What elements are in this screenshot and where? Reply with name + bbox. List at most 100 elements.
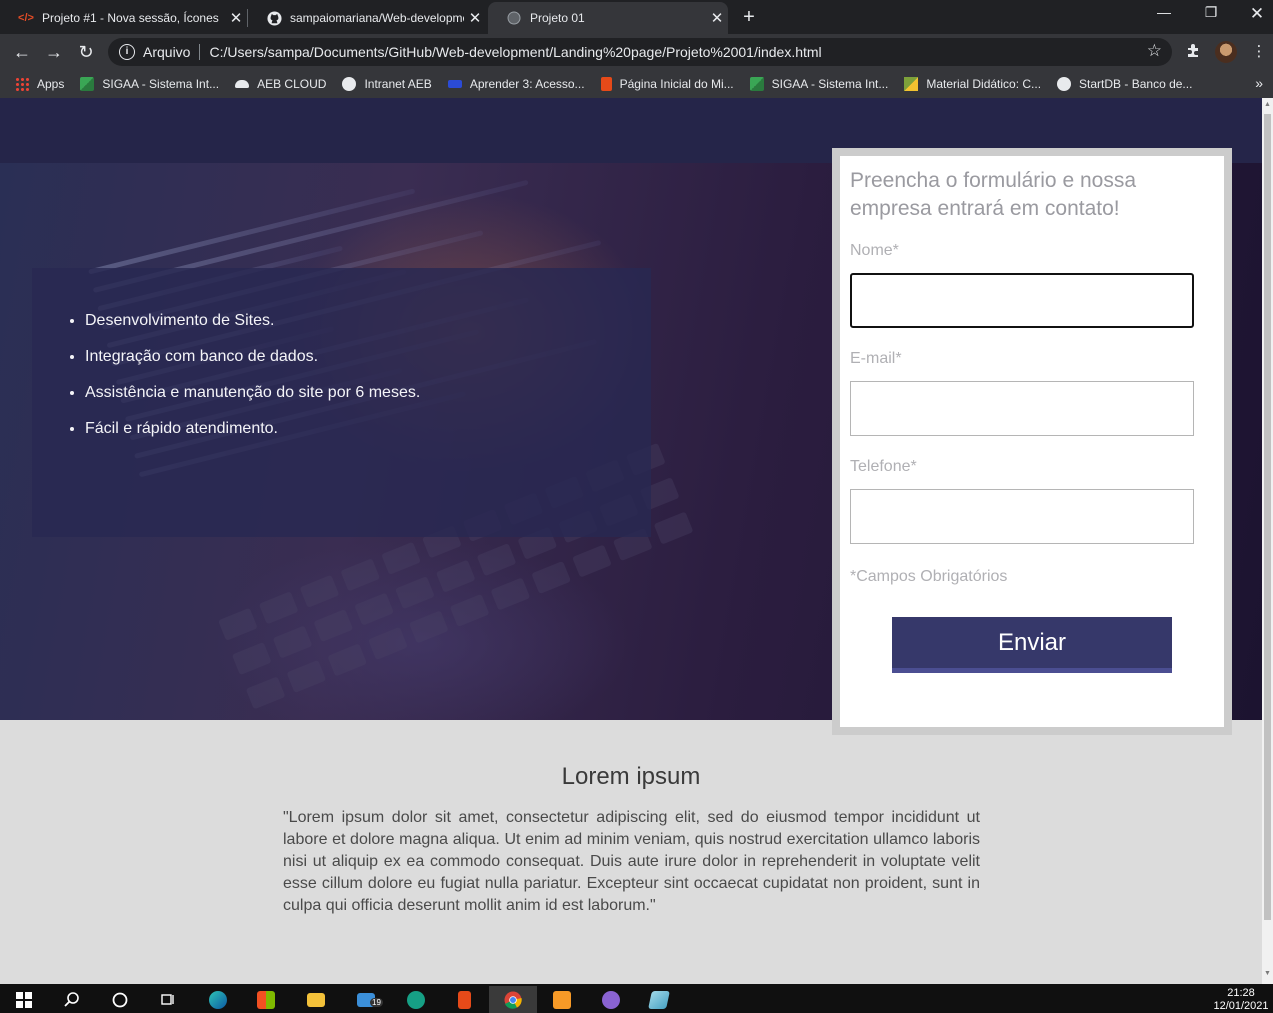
info-icon[interactable]: i [119,44,135,60]
aprender-icon [447,80,462,88]
bookmark-label: SIGAA - Sistema Int... [102,77,220,91]
close-tab-icon[interactable]: ✕ [225,9,247,27]
chevron-right-icon[interactable]: » [1255,75,1263,91]
page-viewport: Desenvolvimento de Sites. Integração com… [0,98,1262,984]
required-fields-note: *Campos Obrigatórios [850,568,1008,585]
tab-title: sampaiomariana/Web-development [290,11,464,25]
chrome-icon[interactable] [489,986,537,1013]
bookmarks-bar: Apps SIGAA - Sistema Int... AEB CLOUD In… [0,70,1273,98]
contact-form: Preencha o formulário e nossa empresa en… [832,148,1232,735]
store-icon[interactable] [242,986,290,1013]
task-view-icon[interactable] [144,986,192,1013]
reload-button[interactable]: ↻ [74,40,98,64]
bookmark-label: Material Didático: C... [926,77,1042,91]
office-icon [600,77,612,91]
gitkraken-icon[interactable] [392,986,440,1013]
features-box: Desenvolvimento de Sites. Integração com… [32,268,651,537]
search-icon[interactable] [48,986,96,1013]
bookmark-intranet-aeb[interactable]: Intranet AEB [342,77,432,91]
bookmark-label: StartDB - Banco de... [1079,77,1193,91]
restore-window-button[interactable]: ❐ [1188,4,1234,21]
phone-label: Telefone* [850,458,917,475]
section-title: Lorem ipsum [561,763,701,790]
windows-taskbar: 19 21:28 12/01/2021 [0,984,1273,1013]
sublime-text-icon[interactable] [538,986,586,1013]
tab-strip: </> Projeto #1 - Nova sessão, Ícones ✕ s… [0,0,1273,34]
sigaa-icon [80,77,95,91]
name-field[interactable] [850,273,1194,328]
scroll-down-arrow-icon[interactable]: ▼ [1264,970,1271,977]
sigaa-icon [749,77,764,91]
phone-field[interactable] [850,489,1194,544]
globe-icon [1057,77,1072,91]
page-scrollbar[interactable]: ▲ ▼ [1262,98,1273,984]
profile-avatar[interactable] [1215,41,1237,63]
globe-icon [342,77,357,91]
browser-toolbar: ← → ↻ i Arquivo C:/Users/sampa/Documents… [0,34,1273,70]
bookmark-apps[interactable]: Apps [15,77,64,91]
bookmark-label: Apps [37,77,65,91]
back-button[interactable]: ← [10,40,34,64]
system-clock[interactable]: 21:28 12/01/2021 [1212,987,1270,1013]
form-title: Preencha o formulário e nossa empresa en… [850,169,1136,220]
section-paragraph: "Lorem ipsum dolor sit amet, consectetur… [283,809,980,914]
address-divider [199,44,201,60]
new-tab-button[interactable]: + [738,6,760,29]
bookmark-sigaa-2[interactable]: SIGAA - Sistema Int... [749,77,889,91]
bookmark-label: Aprender 3: Acesso... [469,77,585,91]
email-label: E-mail* [850,350,902,367]
feature-item: Fácil e rápido atendimento. [85,420,651,438]
email-field[interactable] [850,381,1194,436]
office-icon[interactable] [440,986,488,1013]
github-desktop-icon[interactable] [587,986,635,1013]
tab-projeto-01[interactable]: Projeto 01 ✕ [488,2,728,34]
close-window-button[interactable]: ✕ [1234,4,1273,24]
globe-icon [506,10,522,26]
mail-badge: 19 [370,998,383,1007]
feature-item: Integração com banco de dados. [85,348,651,366]
close-tab-icon[interactable]: ✕ [464,9,486,27]
bookmark-aeb-cloud[interactable]: AEB CLOUD [235,77,326,91]
extensions-icon[interactable] [1182,42,1204,62]
mail-icon[interactable]: 19 [342,986,390,1013]
bookmark-sigaa-1[interactable]: SIGAA - Sistema Int... [80,77,219,91]
feature-item: Assistência e manutenção do site por 6 m… [85,384,651,402]
cortana-icon[interactable] [96,986,144,1013]
windows-start-icon[interactable] [0,986,48,1013]
close-tab-icon[interactable]: ✕ [706,9,728,27]
feature-item: Desenvolvimento de Sites. [85,312,651,330]
minimize-window-button[interactable]: — [1141,4,1187,20]
more-menu-icon[interactable]: ⋮ [1248,42,1270,60]
address-scheme-label: Arquivo [143,44,191,60]
bookmark-label: AEB CLOUD [257,77,327,91]
forward-button[interactable]: → [42,40,66,64]
cloud-icon [235,80,250,88]
address-url[interactable]: C:/Users/sampa/Documents/GitHub/Web-deve… [209,44,821,60]
notes-app-icon[interactable] [635,986,683,1013]
submit-button[interactable]: Enviar [892,617,1172,673]
address-bar[interactable]: i Arquivo C:/Users/sampa/Documents/GitHu… [108,38,1172,66]
file-explorer-icon[interactable] [292,986,340,1013]
bookmark-star-icon[interactable]: ☆ [1147,41,1162,61]
apps-grid-icon [15,77,29,91]
bookmark-aprender[interactable]: Aprender 3: Acesso... [447,77,585,91]
scroll-up-arrow-icon[interactable]: ▲ [1264,101,1271,108]
bookmark-pagina-inicial[interactable]: Página Inicial do Mi... [600,77,734,91]
material-icon [904,77,919,91]
github-icon [266,10,282,26]
clock-time: 21:28 [1227,987,1255,999]
features-list: Desenvolvimento de Sites. Integração com… [85,312,651,438]
tab-github[interactable]: sampaiomariana/Web-development ✕ [248,2,486,34]
bookmark-material-didatico[interactable]: Material Didático: C... [904,77,1041,91]
tab-title: Projeto 01 [530,11,585,25]
name-label: Nome* [850,242,899,259]
tab-title: Projeto #1 - Nova sessão, Ícones [42,11,219,25]
clock-date: 12/01/2021 [1213,1000,1269,1012]
code-icon: </> [18,12,34,24]
tab-projeto-1[interactable]: </> Projeto #1 - Nova sessão, Ícones ✕ [0,2,247,34]
bookmark-label: Página Inicial do Mi... [619,77,734,91]
bookmark-label: SIGAA - Sistema Int... [771,77,889,91]
edge-icon[interactable] [194,986,242,1013]
bookmark-startdb[interactable]: StartDB - Banco de... [1057,77,1192,91]
scrollbar-thumb[interactable] [1264,114,1271,920]
